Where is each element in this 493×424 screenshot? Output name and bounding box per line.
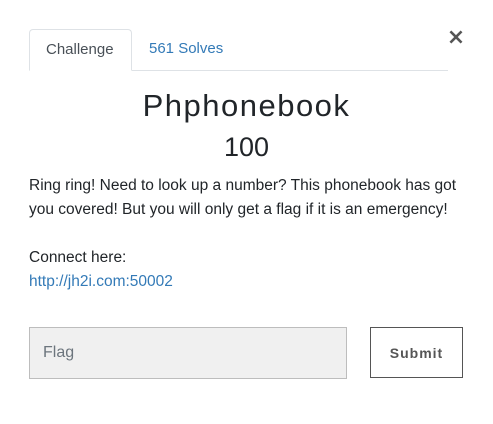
- challenge-tabs: Challenge 561 Solves: [29, 29, 448, 71]
- challenge-points: 100: [223, 132, 270, 162]
- submit-button[interactable]: Submit: [370, 327, 463, 378]
- tab-challenge[interactable]: Challenge: [29, 29, 132, 71]
- close-icon[interactable]: ×: [446, 26, 466, 50]
- description-text: Ring ring! Need to look up a number? Thi…: [29, 177, 457, 218]
- challenge-description: Ring ring! Need to look up a number? Thi…: [29, 174, 469, 294]
- flag-input[interactable]: [29, 327, 347, 379]
- tab-solves[interactable]: 561 Solves: [133, 29, 239, 69]
- challenge-name: Phphonebook: [142, 88, 351, 123]
- challenge-modal: × Challenge 561 Solves Phphonebook 100 R…: [0, 0, 493, 424]
- connect-link[interactable]: http://jh2i.com:50002: [29, 273, 173, 290]
- connect-link-row: http://jh2i.com:50002: [29, 270, 469, 294]
- connect-label: Connect here:: [29, 249, 127, 266]
